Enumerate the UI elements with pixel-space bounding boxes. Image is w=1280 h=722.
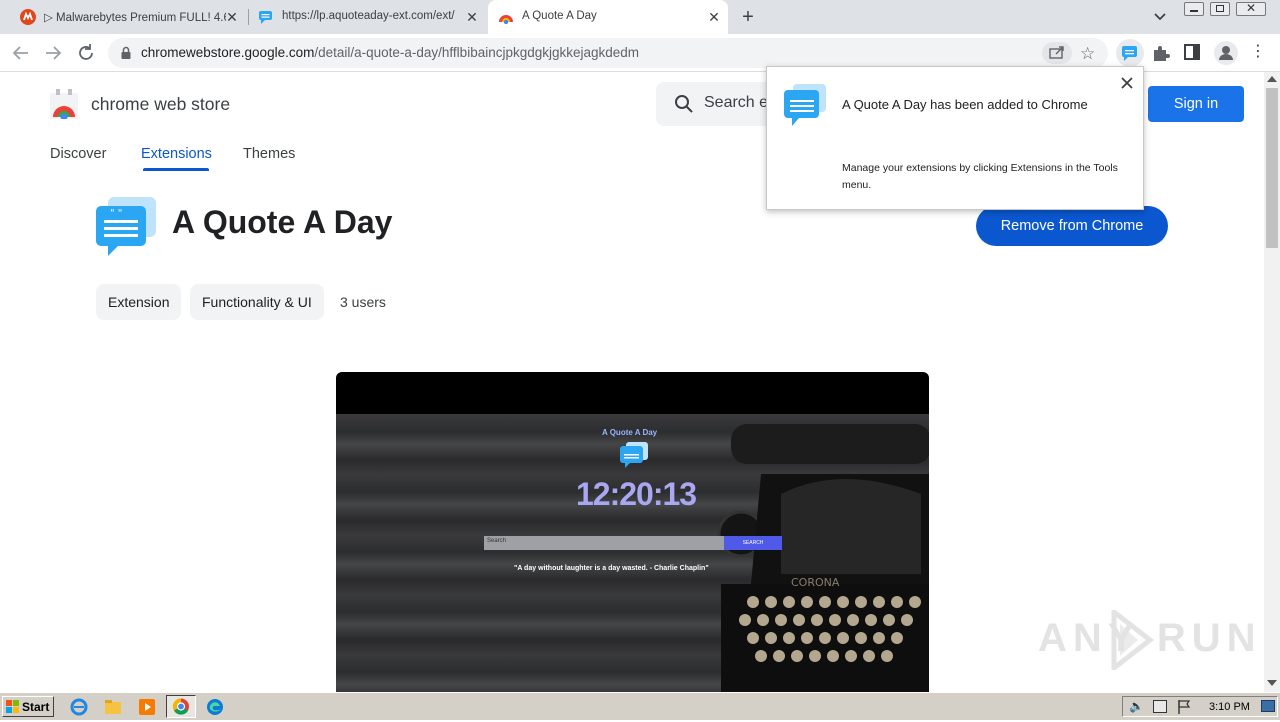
store-logo-icon[interactable] bbox=[50, 89, 78, 121]
extensions-puzzle-icon[interactable] bbox=[1150, 42, 1172, 64]
nav-extensions[interactable]: Extensions bbox=[141, 146, 212, 162]
extension-screenshot[interactable]: CORONA A Quote A Day 12:20:13 Search SEA… bbox=[336, 372, 929, 692]
scroll-down-arrow-icon[interactable] bbox=[1267, 680, 1277, 686]
screenshot-search-input: Search bbox=[484, 536, 724, 550]
screenshot-search-button: SEARCH bbox=[724, 536, 782, 550]
address-bar[interactable]: chromewebstore.google.com/detail/a-quote… bbox=[108, 38, 1108, 68]
taskbar-clock[interactable]: 3:10 PM bbox=[1209, 701, 1250, 713]
watermark-text: ANY RUN bbox=[1038, 616, 1262, 660]
svg-text:" ": " " bbox=[110, 208, 122, 219]
chrome-web-store-icon bbox=[498, 10, 514, 27]
show-desktop-icon[interactable] bbox=[1261, 700, 1275, 712]
file-explorer-icon[interactable] bbox=[104, 698, 122, 716]
screenshot-clock: 12:20:13 bbox=[576, 476, 697, 512]
nav-themes[interactable]: Themes bbox=[243, 146, 295, 162]
windows-logo-icon bbox=[6, 700, 20, 718]
typewriter-brand: CORONA bbox=[791, 576, 840, 589]
edge-icon[interactable] bbox=[206, 698, 224, 716]
close-tab-icon[interactable]: ✕ bbox=[464, 9, 480, 25]
popup-extension-icon bbox=[783, 83, 827, 127]
sign-in-button[interactable]: Sign in bbox=[1148, 86, 1244, 122]
back-button[interactable] bbox=[8, 40, 34, 66]
chip-category[interactable]: Functionality & UI bbox=[190, 284, 324, 320]
tab-aquoteaday-landing[interactable]: https://lp.aquoteaday-ext.com/ext/ ✕ bbox=[250, 0, 486, 34]
extension-added-popup: A Quote A Day has been added to Chrome M… bbox=[766, 66, 1144, 210]
page-scrollbar[interactable] bbox=[1264, 72, 1280, 692]
typewriter-image: CORONA bbox=[691, 424, 929, 692]
network-icon[interactable] bbox=[1153, 700, 1167, 713]
forward-button[interactable] bbox=[40, 40, 66, 66]
url-text[interactable]: chromewebstore.google.com/detail/a-quote… bbox=[141, 45, 639, 60]
extension-title: A Quote A Day bbox=[172, 204, 393, 240]
bookmark-star-icon[interactable]: ☆ bbox=[1080, 44, 1095, 64]
tab-strip: ▷ Malwarebytes Premium FULL! 4.6. ✕ http… bbox=[0, 0, 1280, 34]
tab-malwarebytes[interactable]: ▷ Malwarebytes Premium FULL! 4.6. ✕ bbox=[10, 0, 246, 34]
close-tab-icon[interactable]: ✕ bbox=[706, 9, 722, 25]
remove-from-chrome-button[interactable]: Remove from Chrome bbox=[976, 206, 1168, 246]
search-placeholder: Search e bbox=[704, 94, 769, 111]
popup-title: A Quote A Day has been added to Chrome bbox=[842, 97, 1088, 112]
share-icon[interactable] bbox=[1042, 42, 1072, 64]
start-button[interactable]: Start bbox=[2, 696, 54, 717]
close-tab-icon[interactable]: ✕ bbox=[224, 9, 240, 25]
restore-button[interactable] bbox=[1210, 2, 1230, 16]
tab-title: https://lp.aquoteaday-ext.com/ext/ bbox=[282, 10, 455, 22]
menu-kebab-icon[interactable]: ⋮ bbox=[1250, 42, 1266, 62]
tab-separator bbox=[248, 9, 249, 25]
nav-discover[interactable]: Discover bbox=[50, 146, 106, 162]
profile-avatar-icon[interactable] bbox=[1214, 41, 1238, 65]
side-panel-icon[interactable] bbox=[1184, 44, 1200, 60]
quote-bubble-icon bbox=[258, 9, 274, 28]
popup-close-icon[interactable] bbox=[1117, 73, 1137, 93]
tab-a-quote-a-day[interactable]: A Quote A Day ✕ bbox=[488, 0, 728, 34]
volume-icon[interactable]: 🔈 bbox=[1129, 699, 1144, 713]
scroll-up-arrow-icon[interactable] bbox=[1267, 76, 1277, 82]
chip-extension[interactable]: Extension bbox=[96, 284, 182, 320]
search-icon bbox=[674, 94, 694, 119]
tab-title: A Quote A Day bbox=[522, 10, 597, 22]
extension-logo-icon: " " bbox=[94, 196, 158, 258]
screenshot-app-icon bbox=[619, 441, 649, 469]
system-tray: 🔈 3:10 PM bbox=[1122, 696, 1278, 717]
minimize-button[interactable] bbox=[1184, 2, 1204, 16]
scrollbar-thumb[interactable] bbox=[1266, 88, 1278, 248]
windows-taskbar: Start 🔈 3:10 PM bbox=[0, 692, 1280, 720]
anyrun-watermark: ANY RUN bbox=[1038, 606, 1262, 674]
screenshot-app-title: A Quote A Day bbox=[602, 428, 658, 437]
reload-button[interactable] bbox=[73, 40, 99, 66]
store-brand[interactable]: chrome web store bbox=[91, 94, 230, 115]
tab-title: ▷ Malwarebytes Premium FULL! 4.6. bbox=[44, 12, 226, 24]
tab-search-chevron-icon[interactable] bbox=[1150, 6, 1170, 26]
malwarebytes-icon bbox=[20, 9, 36, 25]
chrome-taskbar-icon[interactable] bbox=[166, 695, 196, 718]
close-window-button[interactable]: ✕ bbox=[1236, 1, 1266, 16]
new-tab-button[interactable]: + bbox=[736, 5, 760, 29]
popup-body: Manage your extensions by clicking Exten… bbox=[842, 162, 1118, 191]
extension-quote-icon[interactable] bbox=[1116, 39, 1144, 67]
media-player-icon[interactable] bbox=[138, 698, 156, 716]
user-count: 3 users bbox=[340, 294, 386, 310]
screenshot-quote: "A day without laughter is a day wasted.… bbox=[514, 565, 709, 572]
lock-icon[interactable] bbox=[120, 46, 132, 65]
nav-active-indicator bbox=[143, 168, 209, 171]
ie-icon[interactable] bbox=[70, 698, 88, 716]
action-center-flag-icon[interactable] bbox=[1177, 699, 1191, 720]
